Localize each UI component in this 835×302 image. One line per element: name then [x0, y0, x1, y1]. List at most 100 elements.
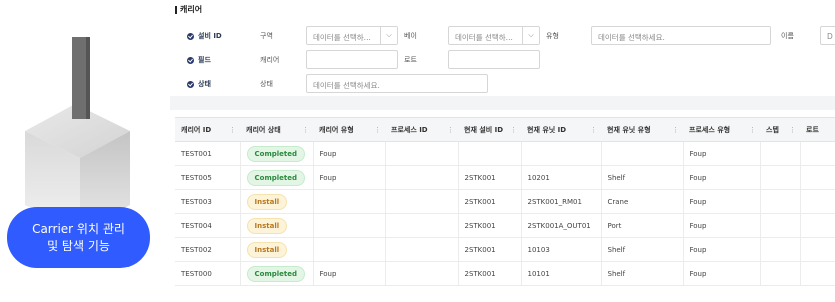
column-menu-icon[interactable]: ⋮: [374, 126, 381, 134]
table-cell[interactable]: Install: [240, 213, 314, 238]
column-header[interactable]: 로트: [800, 117, 835, 142]
table-cell[interactable]: Completed: [240, 261, 314, 286]
column-menu-icon[interactable]: ⋮: [749, 126, 756, 134]
column-header[interactable]: 프로세스 ID ⋮: [385, 117, 458, 142]
table-cell[interactable]: Shelf: [601, 165, 684, 190]
table-row[interactable]: TEST003 Install 2STK001 2STK001_RM01 Crane Fo…: [175, 189, 835, 214]
table-cell[interactable]: [760, 165, 801, 190]
table-cell[interactable]: Crane: [601, 189, 684, 214]
table-cell[interactable]: Foup: [313, 261, 386, 286]
name-input[interactable]: D: [820, 26, 835, 45]
table-cell-text: TEST005: [181, 173, 212, 182]
zone-select[interactable]: 데이터를 선택하... ⌵: [306, 26, 398, 45]
table-cell[interactable]: Foup: [313, 165, 386, 190]
table-cell[interactable]: [313, 237, 386, 262]
table-cell[interactable]: 2STK001_RM01: [521, 189, 602, 214]
table-cell[interactable]: Foup: [683, 141, 761, 166]
column-menu-icon[interactable]: ⋮: [229, 126, 236, 134]
table-cell[interactable]: [800, 189, 835, 214]
column-header[interactable]: 프로세스 유형 ⋮: [683, 117, 760, 142]
table-cell[interactable]: [760, 141, 801, 166]
state-input[interactable]: 데이터를 선택하세요.: [306, 74, 488, 93]
table-cell[interactable]: Completed: [240, 141, 314, 166]
table-cell[interactable]: Foup: [313, 141, 386, 166]
table-cell[interactable]: [385, 165, 459, 190]
table-cell[interactable]: [385, 141, 459, 166]
table-cell[interactable]: [760, 261, 801, 286]
type-input[interactable]: 데이터를 선택하세요.: [591, 26, 771, 45]
table-cell[interactable]: [601, 141, 684, 166]
table-cell[interactable]: 2STK001: [458, 165, 522, 190]
table-cell[interactable]: Foup: [683, 189, 761, 214]
table-cell[interactable]: 2STK001A_OUT01: [521, 213, 602, 238]
table-cell[interactable]: 2STK001: [458, 213, 522, 238]
table-cell[interactable]: Foup: [683, 237, 761, 262]
chevron-down-icon: ⌵: [522, 27, 539, 44]
table-cell[interactable]: TEST000: [175, 261, 241, 286]
column-header[interactable]: 현재 유닛 ID ⋮: [521, 117, 601, 142]
table-cell[interactable]: [521, 141, 602, 166]
table-cell[interactable]: Shelf: [601, 261, 684, 286]
column-menu-icon[interactable]: ⋮: [672, 126, 679, 134]
table-cell[interactable]: TEST004: [175, 213, 241, 238]
column-header[interactable]: 스텝 ⋮: [760, 117, 800, 142]
table-cell[interactable]: Port: [601, 213, 684, 238]
column-menu-icon[interactable]: ⋮: [447, 126, 454, 134]
column-header[interactable]: 캐리어 상태 ⋮: [240, 117, 313, 142]
table-cell[interactable]: [800, 237, 835, 262]
table-cell[interactable]: 2STK001: [458, 261, 522, 286]
table-cell[interactable]: 2STK001: [458, 189, 522, 214]
table-cell[interactable]: [385, 261, 459, 286]
bay-select[interactable]: 데이터를 선택하... ⌵: [448, 26, 540, 45]
column-header-label: 프로세스 유형: [689, 125, 731, 134]
table-cell[interactable]: 2STK001: [458, 237, 522, 262]
column-header[interactable]: 캐리어 유형 ⋮: [313, 117, 385, 142]
column-header[interactable]: 현재 유닛 유형 ⋮: [601, 117, 683, 142]
table-cell[interactable]: [313, 213, 386, 238]
table-cell[interactable]: [385, 213, 459, 238]
table-cell[interactable]: TEST005: [175, 165, 241, 190]
state-label: 상태: [260, 80, 273, 88]
table-row[interactable]: TEST000 Completed Foup 2STK001 10101 Shelf Fou…: [175, 261, 835, 286]
table-cell[interactable]: [458, 141, 522, 166]
table-cell[interactable]: 10101: [521, 261, 602, 286]
table-row[interactable]: TEST001 Completed Foup Foup: [175, 141, 835, 166]
table-cell[interactable]: TEST001: [175, 141, 241, 166]
column-header-label: 스텝: [766, 125, 779, 134]
table-cell[interactable]: Install: [240, 189, 314, 214]
table-cell[interactable]: 10201: [521, 165, 602, 190]
table-row[interactable]: TEST004 Install 2STK001 2STK001A_OUT01 Port F…: [175, 213, 835, 238]
table-cell[interactable]: [800, 141, 835, 166]
table-cell[interactable]: [760, 189, 801, 214]
table-cell[interactable]: Foup: [683, 261, 761, 286]
column-menu-icon[interactable]: ⋮: [302, 126, 309, 134]
table-cell[interactable]: [760, 237, 801, 262]
carrier-input[interactable]: [306, 50, 398, 69]
table-cell[interactable]: Foup: [683, 213, 761, 238]
table-cell[interactable]: [760, 213, 801, 238]
column-header[interactable]: 현재 설비 ID ⋮: [458, 117, 521, 142]
table-cell[interactable]: Install: [240, 237, 314, 262]
table-cell-text: 10103: [527, 245, 550, 254]
table-cell[interactable]: Shelf: [601, 237, 684, 262]
table-cell[interactable]: [385, 237, 459, 262]
table-cell[interactable]: TEST002: [175, 237, 241, 262]
column-menu-icon[interactable]: ⋮: [510, 126, 517, 134]
table-cell[interactable]: Completed: [240, 165, 314, 190]
table-row[interactable]: TEST005 Completed Foup 2STK001 10201 Shelf Fou…: [175, 165, 835, 190]
column-header[interactable]: 캐리어 ID ⋮: [175, 117, 240, 142]
lot-input[interactable]: [448, 50, 540, 69]
table-row[interactable]: TEST002 Install 2STK001 10103 Shelf Foup: [175, 237, 835, 262]
table-cell[interactable]: [313, 189, 386, 214]
column-menu-icon[interactable]: ⋮: [590, 126, 597, 134]
table-cell[interactable]: [800, 165, 835, 190]
table-cell[interactable]: [800, 213, 835, 238]
table-cell-text: TEST004: [181, 221, 212, 230]
table-cell[interactable]: Foup: [683, 165, 761, 190]
table-cell[interactable]: 10103: [521, 237, 602, 262]
table-cell[interactable]: TEST003: [175, 189, 241, 214]
table-cell[interactable]: [800, 261, 835, 286]
table-cell[interactable]: [385, 189, 459, 214]
table-cell-text: Foup: [689, 221, 707, 230]
column-menu-icon[interactable]: ⋮: [789, 126, 796, 134]
